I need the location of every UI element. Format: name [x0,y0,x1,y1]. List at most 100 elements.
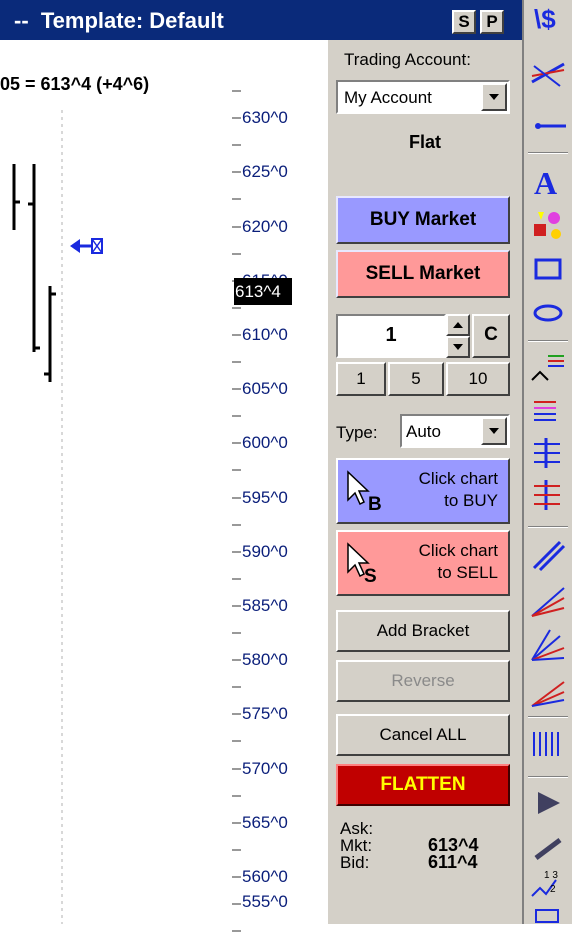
axis-label: 595^0 [242,488,288,507]
gann-fan-icon[interactable] [530,628,566,662]
axis-tick [232,388,241,391]
quantity-field[interactable]: 1 [336,314,446,358]
click-chart-to-sell-button[interactable]: S Click chart to SELL [336,530,510,596]
cancel-all-button[interactable]: Cancel ALL [336,714,510,756]
click-chart-to-buy-button[interactable]: B Click chart to BUY [336,458,510,524]
flatten-button[interactable]: FLATTEN [336,764,510,806]
axis-tick [232,577,241,580]
text-tool-icon[interactable]: A [530,164,566,198]
svg-text:1 3: 1 3 [544,870,558,881]
position-status: Flat [408,132,441,152]
order-type-dropdown[interactable]: Auto [400,414,510,448]
price-axis: 630^0 625^0 620^0 615^0 610^0 605^0 600^… [232,40,328,933]
speed-lines-icon[interactable] [530,674,566,708]
ellipse-icon[interactable] [530,296,566,330]
parallel-channel-icon[interactable] [530,538,566,572]
fib-retracement-icon[interactable] [530,394,566,428]
reverse-button[interactable]: Reverse [336,660,510,702]
play-arrow-icon[interactable] [530,786,566,820]
qty-preset-10[interactable]: 10 [446,362,510,396]
account-dropdown-arrow[interactable] [481,83,507,111]
axis-label: 605^0 [242,379,288,398]
axis-tick [232,225,241,228]
add-bracket-button[interactable]: Add Bracket [336,610,510,652]
toolbar-separator [528,340,568,342]
axis-tick [232,469,241,472]
axis-label: 555^0 [242,892,288,911]
horizontal-line-icon[interactable] [530,108,566,142]
axis-label: 585^0 [242,596,288,615]
mkt-label: Mkt: [340,836,373,855]
rectangle-icon[interactable] [530,252,566,286]
order-type-dropdown-arrow[interactable] [481,417,507,445]
axis-tick [232,361,241,363]
axis-tick [232,306,241,309]
svg-text:\$: \$ [534,4,556,34]
wave-count-icon[interactable]: 1 3 2 [530,866,566,900]
axis-tick [232,442,241,445]
click-sell-line1: Click chart [418,541,498,560]
pencil-icon[interactable] [530,830,566,864]
toolbar-separator [528,152,568,154]
last-price-marker: 613^4 [234,278,292,305]
order-type-value: Auto [406,422,441,441]
template-title-bar: -- Template: Default S P [0,0,522,40]
fib-levels-blue-icon[interactable] [530,436,566,470]
crossed-lines-icon[interactable] [530,56,566,90]
bid-label: Bid: [340,853,370,872]
chart-canvas [12,110,103,924]
axis-tick [232,632,241,634]
drawing-toolbar: \$ A 1 3 2 [522,0,572,924]
cursor-b-letter: B [368,494,382,515]
toolbar-separator [528,776,568,778]
dollar-line-icon[interactable]: \$ [530,2,566,36]
axis-tick [232,90,241,92]
arrow-down-icon [453,344,463,350]
toolbar-separator [528,526,568,528]
account-dropdown[interactable]: My Account [336,80,510,114]
ask-label: Ask: [340,819,374,838]
axis-tick [232,415,241,418]
axis-tick [232,903,241,905]
axis-tick [232,252,241,255]
qty-preset-5[interactable]: 5 [388,362,444,396]
price-bars [12,164,56,382]
axis-tick [232,848,241,851]
fib-levels-red-icon[interactable] [530,478,566,512]
buy-market-button[interactable]: BUY Market [336,196,510,244]
axis-tick [232,875,241,878]
axis-tick [232,740,241,743]
cursor-s-letter: S [364,566,377,587]
axis-tick [232,198,241,201]
axis-label: 600^0 [242,433,288,452]
axis-tick [232,496,241,499]
axis-label: 580^0 [242,650,288,669]
indicator-lines-icon[interactable] [530,350,566,384]
grid-tool-icon[interactable] [530,908,566,942]
axis-tick [232,713,241,716]
axis-label: 630^0 [242,108,288,127]
quantity-up-button[interactable] [446,314,470,336]
axis-tick [232,604,241,607]
sell-market-button[interactable]: SELL Market [336,250,510,298]
quantity-down-button[interactable] [446,336,470,358]
clear-quantity-button[interactable]: C [472,314,510,358]
axis-tick [232,794,241,797]
template-title: -- Template: Default [14,8,224,33]
qty-preset-1[interactable]: 1 [336,362,386,396]
axis-tick [232,767,241,770]
price-chart[interactable]: 05 = 613^4 (+4^6) [0,40,232,924]
order-marker-arrow [70,238,103,254]
axis-label: 620^0 [242,217,288,236]
axis-tick [232,686,241,689]
fan-lines-icon[interactable] [530,584,566,618]
arrow-up-icon [453,322,463,328]
axis-label: 560^0 [242,867,288,886]
trading-account-label: Trading Account: [344,50,471,69]
shapes-icon[interactable] [530,208,566,242]
axis-tick [232,659,241,662]
s-button[interactable]: S [452,10,476,34]
time-cycles-icon[interactable] [530,726,566,760]
svg-text:2: 2 [550,884,556,895]
p-button[interactable]: P [480,10,504,34]
